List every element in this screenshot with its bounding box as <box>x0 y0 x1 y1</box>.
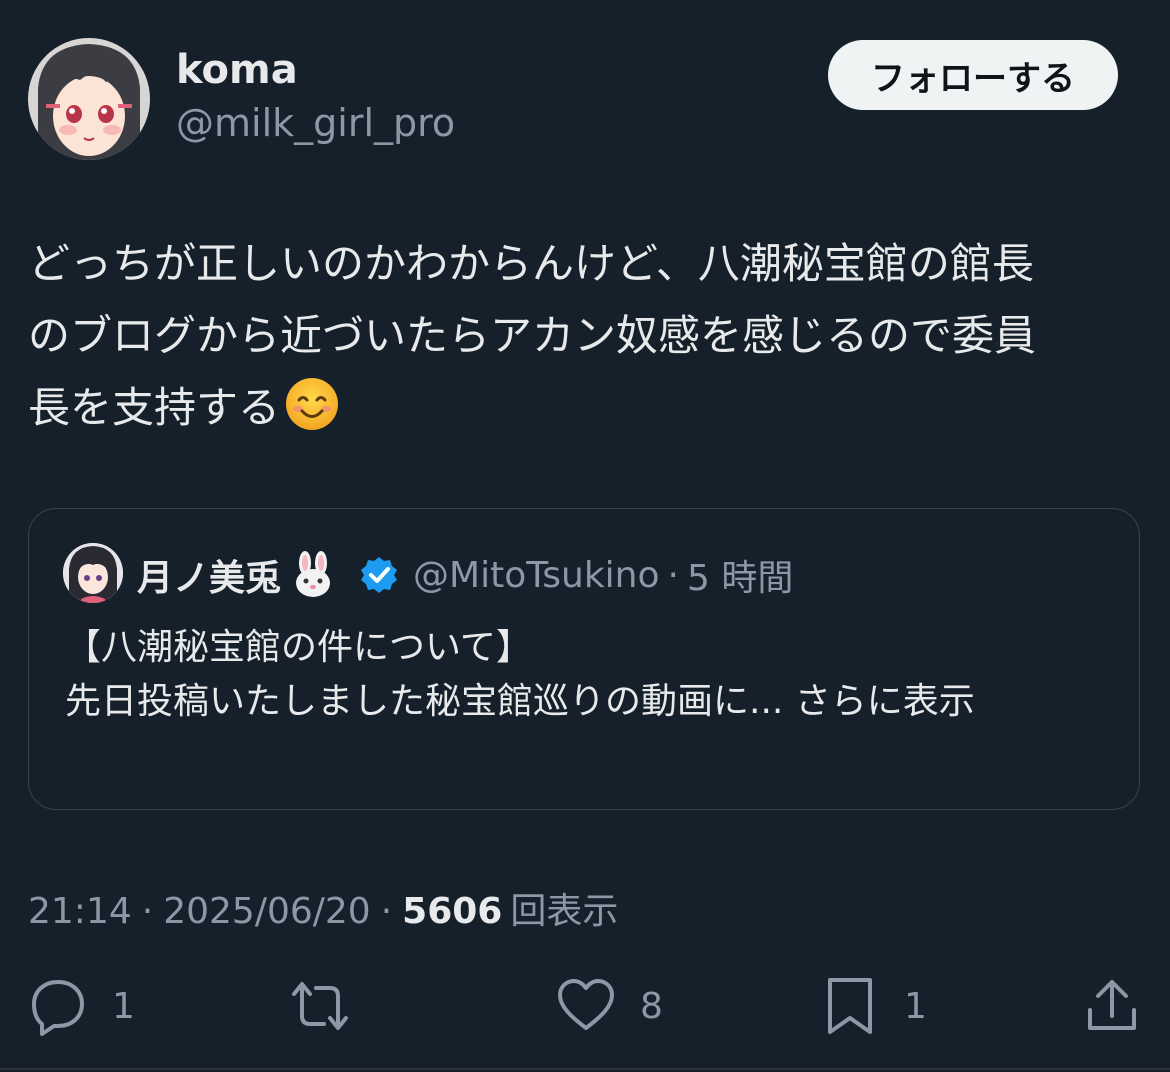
quoted-text: 【八潮秘宝館の件について】 先日投稿いたしました秘宝館巡りの動画に... さらに… <box>65 621 1115 729</box>
anime-girl-avatar-small <box>63 543 123 603</box>
tweet-time[interactable]: 21:14 <box>28 891 132 932</box>
quoted-timestamp[interactable]: 5 時間 <box>687 549 793 601</box>
share-button[interactable] <box>1082 970 1142 1042</box>
tweet-text-line: 長を支持する <box>28 383 281 432</box>
heart-icon <box>558 979 614 1030</box>
share-icon <box>1088 980 1136 1030</box>
reply-icon <box>32 980 84 1036</box>
quoted-tweet[interactable]: 月ノ美兎 @MitoTsukino · 5 時間 【八潮秘宝館の件について】 先… <box>28 508 1140 810</box>
views-count: 5606 <box>402 891 503 932</box>
repost-icon <box>292 982 348 1030</box>
tweet-text-line: のブログから近づいたらアカン奴感を感じるので委員 <box>28 311 1037 360</box>
repost-button[interactable] <box>290 970 374 1042</box>
quoted-avatar[interactable] <box>63 543 123 603</box>
tweet-meta: 21:14 · 2025/06/20 · 5606 回表示 <box>28 882 618 934</box>
quoted-display-name[interactable]: 月ノ美兎 <box>137 549 281 601</box>
quoted-text-line: 【八潮秘宝館の件について】 <box>65 627 532 668</box>
rabbit-face-icon <box>296 551 331 597</box>
bookmark-icon <box>828 978 872 1034</box>
anime-girl-avatar <box>28 38 150 160</box>
smiling-face-emoji-icon <box>286 378 339 430</box>
meta-separator: · <box>141 891 154 932</box>
tweet-text: どっちが正しいのかわからんけど、八潮秘宝館の館長 のブログから近づいたらアカン奴感… <box>28 228 1118 444</box>
author-display-name[interactable]: koma <box>176 50 298 90</box>
author-handle[interactable]: @milk_girl_pro <box>176 104 455 142</box>
divider <box>0 1068 1170 1070</box>
bookmark-count: 1 <box>904 985 927 1027</box>
quoted-header: 月ノ美兎 @MitoTsukino · 5 時間 <box>137 547 793 603</box>
reply-button[interactable]: 1 <box>28 970 135 1042</box>
meta-separator: · <box>380 891 393 932</box>
like-count: 8 <box>640 985 663 1027</box>
verified-badge-icon <box>361 557 398 593</box>
quoted-text-line: 先日投稿いたしました秘宝館巡りの動画に... <box>65 681 784 722</box>
bookmark-button[interactable]: 1 <box>820 970 927 1042</box>
show-more-link[interactable]: さらに表示 <box>795 681 975 722</box>
like-button[interactable]: 8 <box>556 970 663 1042</box>
tweet-date[interactable]: 2025/06/20 <box>163 891 371 932</box>
reply-count: 1 <box>112 985 135 1027</box>
quoted-handle[interactable]: @MitoTsukino <box>413 555 660 596</box>
tweet-text-line: どっちが正しいのかわからんけど、八潮秘宝館の館長 <box>28 239 1034 288</box>
views-label: 回表示 <box>510 891 619 932</box>
follow-button[interactable]: フォローする <box>828 40 1118 110</box>
quoted-separator: · <box>667 554 679 596</box>
action-bar: 1 8 1 <box>0 970 1170 1042</box>
author-avatar[interactable] <box>28 38 150 160</box>
